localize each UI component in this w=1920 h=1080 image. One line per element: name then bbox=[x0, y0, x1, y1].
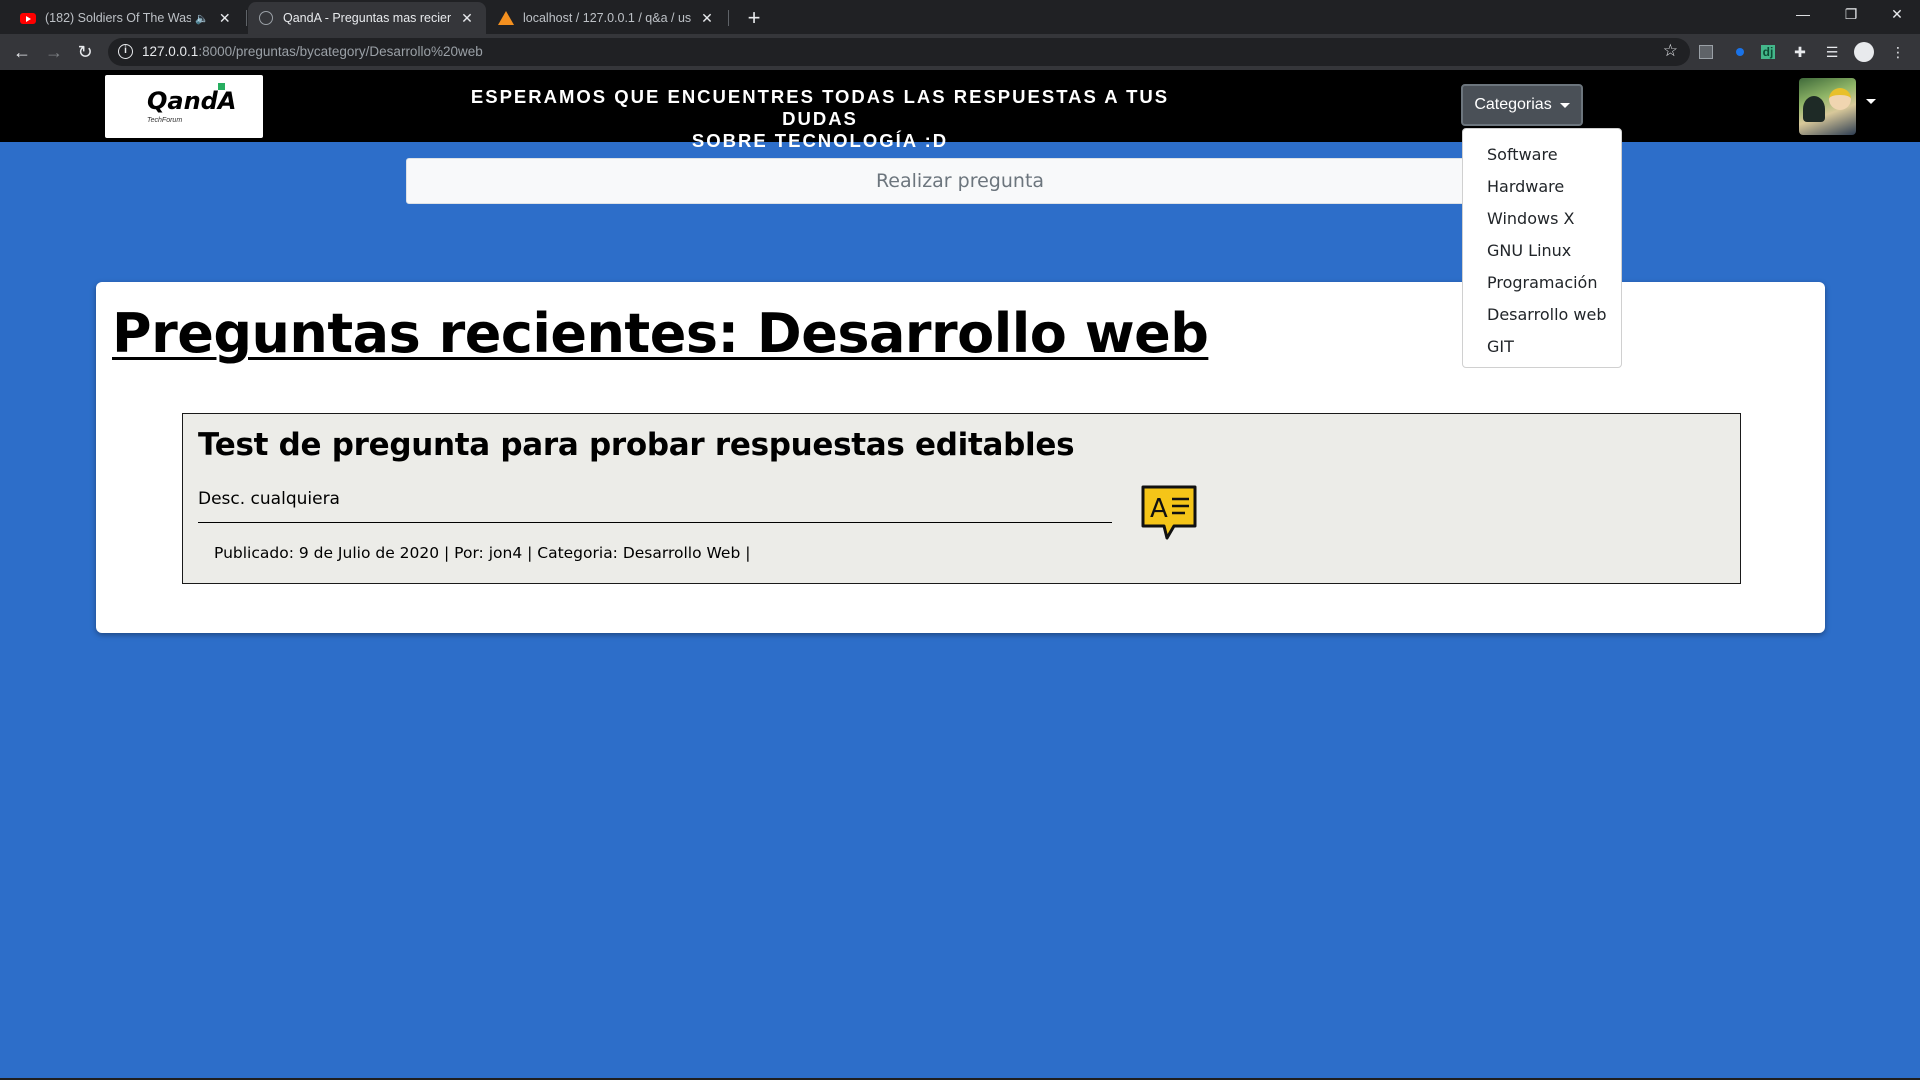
site-logo[interactable]: QandA TechForum bbox=[105, 75, 263, 138]
site-navbar: QandA TechForum ESPERAMOS QUE ENCUENTRES… bbox=[0, 70, 1920, 151]
logo-subtext: TechForum bbox=[147, 117, 183, 124]
puzzle-icon[interactable]: ✚ bbox=[1790, 42, 1810, 62]
category-item-gnu-linux[interactable]: GNU Linux bbox=[1463, 235, 1621, 267]
address-bar[interactable]: i 127.0.0.1:8000/preguntas/bycategory/De… bbox=[108, 38, 1690, 66]
answers-speech-bubble-icon[interactable]: A bbox=[1140, 484, 1200, 549]
reload-button[interactable]: ↻ bbox=[71, 38, 99, 66]
logo-text: QandA bbox=[147, 87, 237, 115]
categories-dropdown-menu: Software Hardware Windows X GNU Linux Pr… bbox=[1462, 128, 1622, 368]
category-item-desarrollo-web[interactable]: Desarrollo web bbox=[1463, 299, 1621, 331]
question-description: Desc. cualquiera bbox=[198, 489, 340, 509]
restore-button[interactable]: ❐ bbox=[1828, 0, 1874, 30]
phpmyadmin-icon bbox=[498, 10, 514, 26]
svg-text:A: A bbox=[1150, 494, 1168, 524]
question-item[interactable]: Test de pregunta para probar respuestas … bbox=[182, 413, 1741, 584]
extension-square-icon[interactable] bbox=[1696, 42, 1716, 62]
browser-tab-qanda[interactable]: QandA - Preguntas mas reciente ✕ bbox=[248, 2, 486, 34]
avatar-caret-down-icon[interactable] bbox=[1866, 99, 1876, 104]
close-window-button[interactable]: ✕ bbox=[1874, 0, 1920, 30]
tab-title: (182) Soldiers Of The Wastel bbox=[45, 11, 191, 25]
django-extension-icon[interactable]: dj bbox=[1758, 42, 1778, 62]
youtube-icon bbox=[20, 10, 36, 26]
speaker-icon[interactable]: 🔈 bbox=[195, 12, 209, 25]
category-item-hardware[interactable]: Hardware bbox=[1463, 171, 1621, 203]
page-title[interactable]: Preguntas recientes: Desarrollo web bbox=[112, 302, 1209, 365]
close-tab-icon[interactable]: ✕ bbox=[217, 10, 233, 27]
media-queue-icon[interactable]: ☰ bbox=[1822, 42, 1842, 62]
browser-tab-bar: (182) Soldiers Of The Wastel 🔈 ✕ QandA -… bbox=[0, 0, 1920, 34]
back-button[interactable]: ← bbox=[8, 38, 36, 66]
bookmark-star-icon[interactable]: ☆ bbox=[1663, 41, 1678, 61]
browser-toolbar: ← → ↻ i 127.0.0.1:8000/preguntas/bycateg… bbox=[0, 34, 1920, 70]
tab-separator bbox=[246, 10, 247, 26]
close-tab-icon[interactable]: ✕ bbox=[699, 10, 715, 27]
minimize-button[interactable]: — bbox=[1780, 0, 1826, 30]
tab-title: QandA - Preguntas mas reciente bbox=[283, 11, 451, 25]
close-tab-icon[interactable]: ✕ bbox=[459, 10, 475, 27]
user-avatar[interactable] bbox=[1799, 78, 1856, 135]
forward-button[interactable]: → bbox=[40, 38, 68, 66]
question-meta: Publicado: 9 de Julio de 2020 | Por: jon… bbox=[214, 544, 751, 562]
extension-dot-icon[interactable] bbox=[1730, 42, 1750, 62]
ask-question-button[interactable]: Realizar pregunta bbox=[406, 158, 1514, 204]
logo-mark-icon bbox=[218, 83, 225, 90]
categories-dropdown-button[interactable]: Categorias bbox=[1461, 84, 1583, 126]
more-menu-icon[interactable]: ⋮ bbox=[1888, 42, 1908, 62]
tab-separator bbox=[728, 10, 729, 26]
globe-icon bbox=[258, 10, 274, 26]
browser-tab-youtube[interactable]: (182) Soldiers Of The Wastel 🔈 ✕ bbox=[10, 2, 244, 34]
category-item-git[interactable]: GIT bbox=[1463, 331, 1621, 363]
categories-label: Categorias bbox=[1474, 96, 1552, 113]
divider bbox=[198, 522, 1112, 523]
category-item-windows[interactable]: Windows X bbox=[1463, 203, 1621, 235]
browser-tab-phpmyadmin[interactable]: localhost / 127.0.0.1 / q&a / usua ✕ bbox=[488, 2, 726, 34]
tab-title: localhost / 127.0.0.1 / q&a / usua bbox=[523, 11, 691, 25]
info-icon[interactable]: i bbox=[118, 44, 133, 59]
question-title[interactable]: Test de pregunta para probar respuestas … bbox=[198, 427, 1075, 463]
new-tab-button[interactable]: + bbox=[740, 4, 768, 32]
url-text[interactable]: 127.0.0.1:8000/preguntas/bycategory/Desa… bbox=[142, 44, 483, 59]
profile-icon[interactable] bbox=[1854, 42, 1874, 62]
category-item-software[interactable]: Software bbox=[1463, 139, 1621, 171]
category-item-programacion[interactable]: Programación bbox=[1463, 267, 1621, 299]
caret-down-icon bbox=[1559, 102, 1570, 108]
site-tagline: ESPERAMOS QUE ENCUENTRES TODAS LAS RESPU… bbox=[470, 86, 1170, 151]
